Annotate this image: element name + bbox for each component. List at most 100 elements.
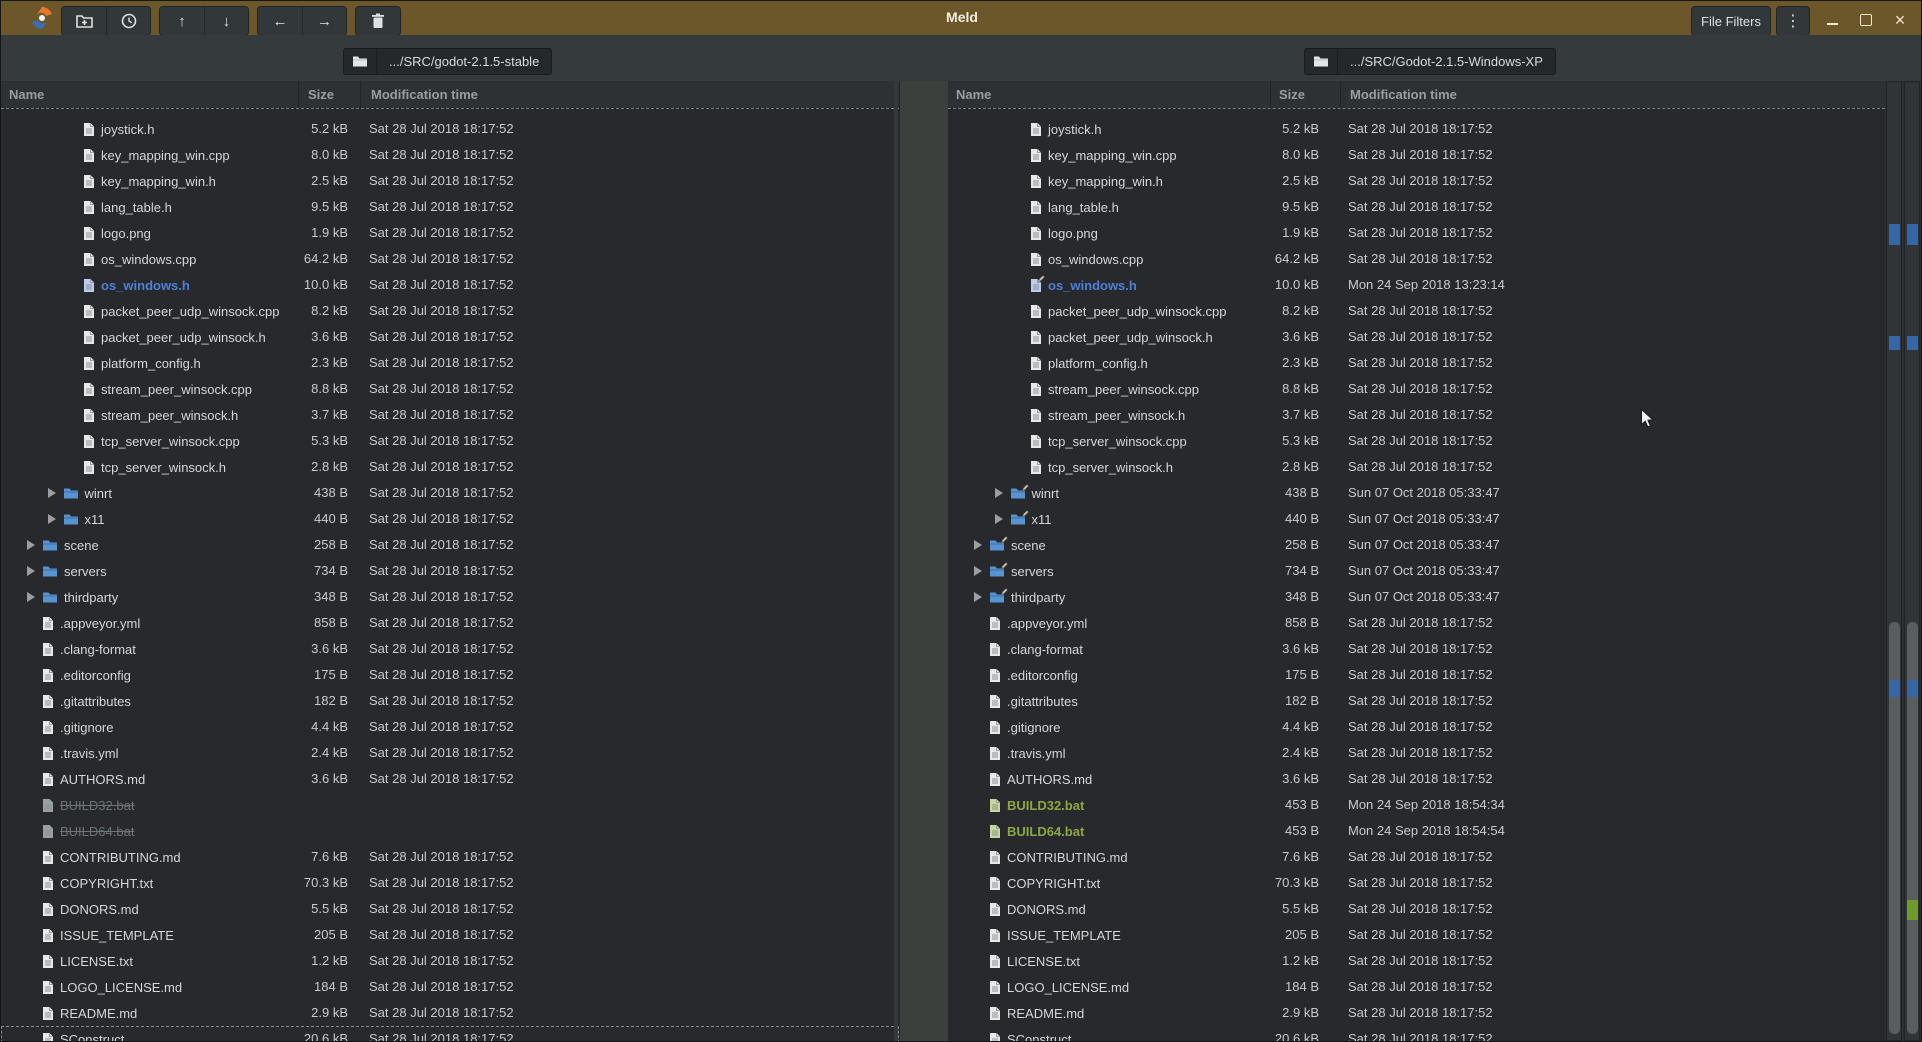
file-row[interactable]: scene 258 B Sat 28 Jul 2018 18:17:52 [1,532,899,558]
maximize-button[interactable] [1852,6,1880,34]
file-name[interactable]: stream_peer_winsock.cpp [101,382,252,397]
expander-icon[interactable] [27,566,35,576]
file-name[interactable]: .gitattributes [1007,694,1078,709]
expander-icon[interactable] [994,514,1003,524]
file-name[interactable]: AUTHORS.md [1007,772,1092,787]
file-name[interactable]: logo.png [101,226,151,241]
file-name[interactable]: LOGO_LICENSE.md [60,980,182,995]
previous-change-button[interactable]: ↑ [160,7,204,35]
file-row[interactable]: x11 440 B Sun 07 Oct 2018 05:33:47 [948,506,1885,532]
left-pane-scrollbar[interactable] [894,81,898,1041]
file-name[interactable]: scene [1011,538,1046,553]
expander-icon[interactable] [47,514,56,524]
file-row[interactable]: lang_table.h 9.5 kB Sat 28 Jul 2018 18:17:… [948,194,1885,220]
file-row[interactable]: platform_config.h 2.3 kB Sat 28 Jul 2018 1… [1,350,899,376]
file-row[interactable]: .gitignore 4.4 kB Sat 28 Jul 2018 18:17:52 [1,714,899,740]
file-row[interactable]: packet_peer_udp_winsock.h 3.6 kB Sat 28 Ju… [1,324,899,350]
file-row[interactable]: SConstruct 20.6 kB Sat 28 Jul 2018 18:17:5… [1,1026,899,1041]
file-row[interactable]: AUTHORS.md 3.6 kB Sat 28 Jul 2018 18:17:52 [1,766,899,792]
file-name[interactable]: LOGO_LICENSE.md [1007,980,1129,995]
file-row[interactable]: key_mapping_win.h 2.5 kB Sat 28 Jul 2018 1… [1,168,899,194]
file-filters-button[interactable]: File Filters [1691,6,1771,36]
file-name[interactable]: README.md [1007,1006,1084,1021]
file-name[interactable]: LICENSE.txt [60,954,133,969]
file-name[interactable]: .gitattributes [60,694,131,709]
new-comparison-button[interactable] [62,7,106,35]
file-row[interactable]: os_windows.cpp 64.2 kB Sat 28 Jul 2018 18:… [948,246,1885,272]
file-row[interactable]: tcp_server_winsock.h 2.8 kB Sat 28 Jul 201… [948,454,1885,480]
file-row[interactable]: packet_peer_udp_winsock.h 3.6 kB Sat 28 Ju… [948,324,1885,350]
file-row[interactable]: LOGO_LICENSE.md 184 B Sat 28 Jul 2018 18:1… [948,974,1885,1000]
close-button[interactable]: × [1886,6,1914,34]
column-header-size[interactable]: Size [308,87,334,102]
file-row[interactable]: ISSUE_TEMPLATE 205 B Sat 28 Jul 2018 18:17… [948,922,1885,948]
file-name[interactable]: key_mapping_win.cpp [101,148,230,163]
diff-marker-new[interactable] [1907,900,1918,920]
file-name[interactable]: AUTHORS.md [60,772,145,787]
file-name[interactable]: CONTRIBUTING.md [60,850,181,865]
file-name[interactable]: os_windows.h [101,278,190,293]
file-name[interactable]: BUILD64.bat [60,824,134,839]
expander-icon[interactable] [994,488,1003,498]
file-name[interactable]: .clang-format [60,642,136,657]
file-row[interactable]: key_mapping_win.cpp 8.0 kB Sat 28 Jul 2018… [948,142,1885,168]
file-name[interactable]: platform_config.h [1048,356,1148,371]
file-row[interactable]: .editorconfig 175 B Sat 28 Jul 2018 18:17:… [1,662,899,688]
file-name[interactable]: servers [64,564,107,579]
file-row[interactable]: os_windows.cpp 64.2 kB Sat 28 Jul 2018 18:… [1,246,899,272]
file-row[interactable]: COPYRIGHT.txt 70.3 kB Sat 28 Jul 2018 18:1… [948,870,1885,896]
file-name[interactable]: .travis.yml [60,746,119,761]
file-row[interactable]: LOGO_LICENSE.md 184 B Sat 28 Jul 2018 18:1… [1,974,899,1000]
file-row[interactable]: .travis.yml 2.4 kB Sat 28 Jul 2018 18:17:5… [1,740,899,766]
file-row[interactable]: platform_config.h 2.3 kB Sat 28 Jul 2018 1… [948,350,1885,376]
file-row[interactable]: servers 734 B Sat 28 Jul 2018 18:17:52 [1,558,899,584]
file-name[interactable]: .clang-format [1007,642,1083,657]
file-row[interactable]: AUTHORS.md 3.6 kB Sat 28 Jul 2018 18:17:52 [948,766,1885,792]
file-row[interactable]: CONTRIBUTING.md 7.6 kB Sat 28 Jul 2018 18:… [948,844,1885,870]
file-row[interactable]: BUILD64.bat 453 B Mon 24 Sep 2018 18:54:54 [948,818,1885,844]
file-name[interactable]: COPYRIGHT.txt [60,876,153,891]
diff-marker-modified[interactable] [1889,680,1900,697]
file-row[interactable]: .editorconfig 175 B Sat 28 Jul 2018 18:17:… [948,662,1885,688]
file-row[interactable]: COPYRIGHT.txt 70.3 kB Sat 28 Jul 2018 18:1… [1,870,899,896]
file-name[interactable]: packet_peer_udp_winsock.cpp [1048,304,1227,319]
file-name[interactable]: .travis.yml [1007,746,1066,761]
file-name[interactable]: joystick.h [1048,122,1101,137]
file-row[interactable]: LICENSE.txt 1.2 kB Sat 28 Jul 2018 18:17:5… [948,948,1885,974]
file-row[interactable]: os_windows.h 10.0 kB Mon 24 Sep 2018 13:23… [948,272,1885,298]
file-row[interactable]: winrt 438 B Sun 07 Oct 2018 05:33:47 [948,480,1885,506]
file-row[interactable]: x11 440 B Sat 28 Jul 2018 18:17:52 [1,506,899,532]
file-name[interactable]: key_mapping_win.cpp [1048,148,1177,163]
file-name[interactable]: stream_peer_winsock.h [1048,408,1185,423]
file-name[interactable]: tcp_server_winsock.h [1048,460,1173,475]
file-row[interactable]: LICENSE.txt 1.2 kB Sat 28 Jul 2018 18:17:5… [1,948,899,974]
file-name[interactable]: ISSUE_TEMPLATE [60,928,174,943]
file-name[interactable]: CONTRIBUTING.md [1007,850,1128,865]
file-row[interactable]: .gitignore 4.4 kB Sat 28 Jul 2018 18:17:52 [948,714,1885,740]
file-name[interactable]: packet_peer_udp_winsock.h [1048,330,1213,345]
file-row[interactable]: lang_table.h 9.5 kB Sat 28 Jul 2018 18:17:… [1,194,899,220]
file-name[interactable]: BUILD32.bat [1007,798,1084,813]
expander-icon[interactable] [974,540,982,550]
column-header-name[interactable]: Name [9,87,44,102]
column-header-name[interactable]: Name [956,87,991,102]
file-name[interactable]: x11 [85,512,105,527]
file-name[interactable]: DONORS.md [60,902,139,917]
file-row[interactable]: .gitattributes 182 B Sat 28 Jul 2018 18:17… [1,688,899,714]
file-name[interactable]: scene [64,538,99,553]
file-name[interactable]: servers [1011,564,1054,579]
file-name[interactable]: key_mapping_win.h [101,174,216,189]
file-row[interactable]: tcp_server_winsock.cpp 5.3 kB Sat 28 Jul 2… [948,428,1885,454]
file-name[interactable]: DONORS.md [1007,902,1086,917]
file-name[interactable]: SConstruct [1007,1032,1071,1042]
right-folder-path-button[interactable]: .../SRC/Godot-2.1.5-Windows-XP [1304,48,1556,75]
file-row[interactable]: .appveyor.yml 858 B Sat 28 Jul 2018 18:17:… [1,610,899,636]
delete-button[interactable] [356,7,400,35]
recent-comparisons-button[interactable] [106,7,150,35]
file-name[interactable]: packet_peer_udp_winsock.h [101,330,266,345]
file-row[interactable]: joystick.h 5.2 kB Sat 28 Jul 2018 18:17:52 [948,116,1885,142]
file-row[interactable]: DONORS.md 5.5 kB Sat 28 Jul 2018 18:17:52 [948,896,1885,922]
file-row[interactable]: BUILD32.bat [1,792,899,818]
left-path-label[interactable]: .../SRC/godot-2.1.5-stable [377,54,551,69]
file-row[interactable]: BUILD32.bat 453 B Mon 24 Sep 2018 18:54:34 [948,792,1885,818]
